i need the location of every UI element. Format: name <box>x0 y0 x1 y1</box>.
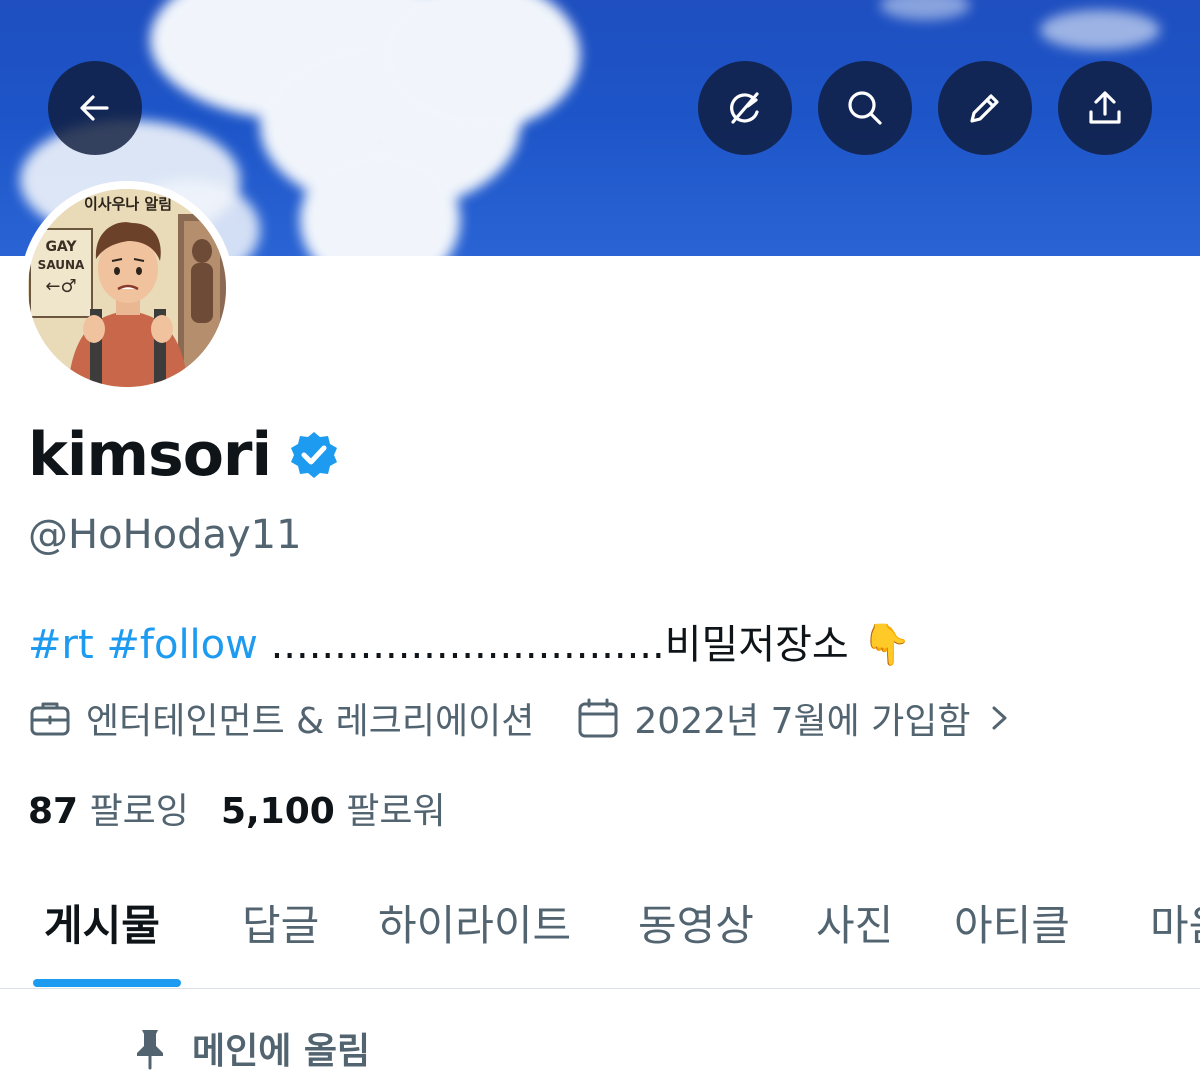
profile-handle: @HoHoday11 <box>28 512 302 558</box>
pinned-label: 메인에 올림 <box>192 1031 371 1072</box>
following-link[interactable]: 87 팔로잉 <box>28 782 189 834</box>
avatar-image: GAY SAUNA ←♂ 이사우나 알림 <box>28 189 226 387</box>
share-button[interactable] <box>1058 61 1152 155</box>
share-icon <box>1089 91 1121 124</box>
verified-badge-icon[interactable] <box>289 430 339 480</box>
avatar[interactable]: GAY SAUNA ←♂ 이사우나 알림 <box>20 181 234 395</box>
pencil-icon <box>970 94 999 123</box>
hashtag-follow[interactable]: #follow <box>106 622 257 668</box>
avatar-sign-line2: SAUNA <box>38 258 85 272</box>
tab-replies[interactable]: 답글 <box>242 892 319 953</box>
avatar-sign-top: 이사우나 알림 <box>84 195 172 213</box>
tab-highlights[interactable]: 하이라이트 <box>378 892 571 953</box>
back-button[interactable] <box>48 61 142 155</box>
avatar-sign-line1: GAY <box>45 239 77 255</box>
followers-label: 팔로워 <box>346 791 446 832</box>
display-name: kimsori <box>28 420 272 490</box>
tab-videos[interactable]: 동영상 <box>638 892 754 953</box>
profile-name-row: kimsori <box>28 420 339 490</box>
profile-bio: #rt #follow ............................… <box>28 612 911 670</box>
grok-icon <box>730 92 759 124</box>
active-tab-indicator <box>33 979 181 987</box>
tab-articles[interactable]: 아티클 <box>954 892 1070 953</box>
following-count: 87 <box>28 791 79 832</box>
chevron-right-icon[interactable] <box>985 696 1015 740</box>
profile-tabs: 게시물 답글 하이라이트 동영상 사진 아티클 마음 <box>0 860 1200 989</box>
profile-category[interactable]: 엔터테인먼트 & 레크리에이션 <box>86 692 534 744</box>
join-date: 2022년 7월에 가입함 <box>634 701 971 742</box>
pin-icon <box>137 1030 163 1070</box>
hashtag-rt[interactable]: #rt <box>28 622 94 668</box>
avatar-sign-line3: ←♂ <box>45 276 76 297</box>
search-icon <box>848 91 882 125</box>
followers-link[interactable]: 5,100 팔로워 <box>221 782 446 834</box>
search-button[interactable] <box>818 61 912 155</box>
profile-meta: 엔터테인먼트 & 레크리에이션 2022년 7월에 가입함 <box>28 692 1015 744</box>
edit-button[interactable] <box>938 61 1032 155</box>
tab-posts[interactable]: 게시물 <box>44 892 160 953</box>
bio-text: ...............................비밀저장소 <box>257 622 862 668</box>
pointing-down-emoji: 👇 <box>861 622 912 668</box>
tab-likes[interactable]: 마음 <box>1150 892 1200 953</box>
tab-photos[interactable]: 사진 <box>816 892 893 953</box>
profile-stats: 87 팔로잉 5,100 팔로워 <box>28 782 446 834</box>
grok-button[interactable] <box>698 61 792 155</box>
back-arrow-icon <box>80 95 109 121</box>
calendar-icon <box>578 698 618 738</box>
followers-count: 5,100 <box>220 791 335 832</box>
briefcase-icon <box>30 702 70 736</box>
following-label: 팔로잉 <box>89 791 189 832</box>
pinned-indicator: 메인에 올림 <box>130 1022 370 1074</box>
